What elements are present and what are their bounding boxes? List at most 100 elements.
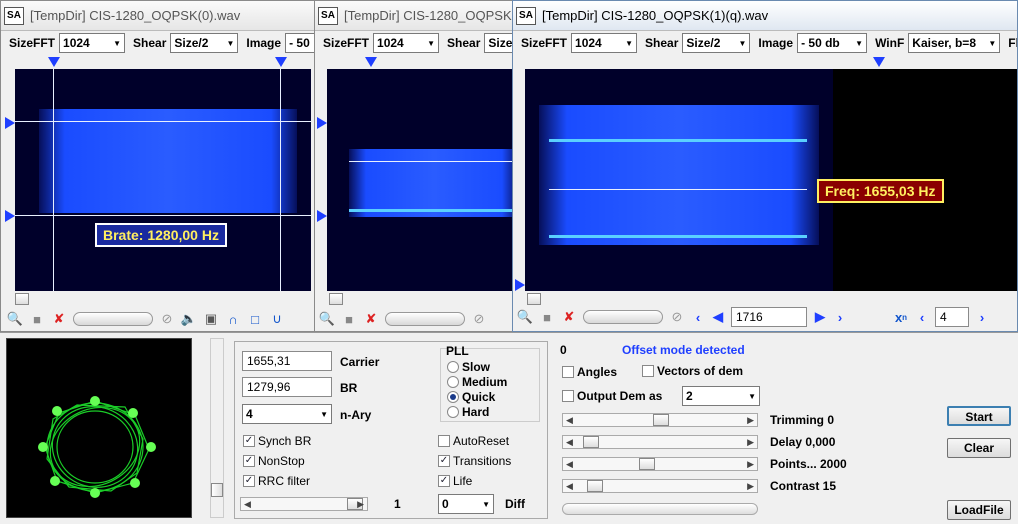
- carrier-line: [549, 189, 807, 190]
- window-1-slider[interactable]: [73, 312, 153, 326]
- pll-slow-radio[interactable]: Slow: [447, 360, 490, 374]
- zoom-icon[interactable]: 🔍: [517, 309, 533, 325]
- start-button[interactable]: Start: [947, 406, 1011, 426]
- freq-ruler[interactable]: [315, 55, 513, 69]
- output-dem-select[interactable]: 2 ▼: [682, 386, 760, 406]
- window-1-toolbar: SizeFFT 1024 ▼ Shear Size/2 ▼ Image - 50: [1, 31, 315, 55]
- vectors-checkbox[interactable]: Vectors of dem: [642, 364, 743, 378]
- position-input[interactable]: [731, 307, 807, 327]
- delete-icon[interactable]: ✘: [363, 311, 379, 327]
- autoreset-checkbox[interactable]: AutoReset: [438, 434, 509, 448]
- window-2-slider[interactable]: [385, 312, 465, 326]
- marker-icon[interactable]: [873, 57, 885, 67]
- carrier-input[interactable]: [242, 351, 332, 371]
- freq-ruler[interactable]: [1, 55, 315, 69]
- zoom-left-icon[interactable]: ‹: [915, 310, 929, 325]
- life-checkbox[interactable]: ✓ Life: [438, 474, 472, 488]
- freq-ruler[interactable]: [513, 55, 1017, 69]
- delete-icon[interactable]: ✘: [51, 311, 67, 327]
- nav-right-small-icon[interactable]: ›: [833, 310, 847, 325]
- nonstop-checkbox[interactable]: ✓ NonStop: [243, 454, 305, 468]
- marker-icon[interactable]: [515, 279, 525, 291]
- synch-br-checkbox[interactable]: ✓ Synch BR: [243, 434, 311, 448]
- nav-left-small-icon[interactable]: ‹: [691, 310, 705, 325]
- transitions-checkbox[interactable]: ✓ Transitions: [438, 454, 511, 468]
- square-icon[interactable]: ■: [539, 309, 555, 325]
- zoom-icon[interactable]: 🔍: [7, 311, 23, 327]
- loadfile-button[interactable]: LoadFile: [947, 500, 1011, 520]
- rectangle-icon[interactable]: □: [247, 311, 263, 327]
- horizontal-scrollbar[interactable]: [321, 292, 511, 306]
- sizefft-select[interactable]: 1024 ▼: [373, 33, 440, 53]
- points-slider[interactable]: ◀ ▶: [562, 457, 758, 471]
- diff-select[interactable]: 0 ▼: [438, 494, 494, 514]
- shear-select[interactable]: Size: [484, 33, 513, 53]
- shear-select[interactable]: Size/2 ▼: [682, 33, 751, 53]
- angles-checkbox[interactable]: Angles: [562, 365, 617, 379]
- scroll-thumb[interactable]: [329, 293, 343, 305]
- rrc-slider[interactable]: ◀ ▶: [240, 497, 368, 511]
- square-icon[interactable]: ■: [29, 311, 45, 327]
- marker-icon[interactable]: [365, 57, 377, 67]
- vertical-scrollbar[interactable]: [210, 338, 224, 518]
- no-icon[interactable]: ⊘: [669, 309, 685, 325]
- scroll-thumb[interactable]: [15, 293, 29, 305]
- image-select[interactable]: - 50 db ▼: [797, 33, 868, 53]
- pll-quick-radio[interactable]: Quick: [447, 390, 495, 404]
- curve-down-icon[interactable]: ∪: [269, 311, 285, 327]
- marker-icon[interactable]: [5, 117, 15, 129]
- clear-button[interactable]: Clear: [947, 438, 1011, 458]
- window-2-titlebar[interactable]: SA [TempDir] CIS-1280_OQPSK(0)(q).wav: [315, 1, 513, 31]
- slider-thumb[interactable]: [587, 480, 603, 492]
- contrast-slider[interactable]: ◀ ▶: [562, 479, 758, 493]
- image-select[interactable]: - 50: [285, 33, 315, 53]
- window-1-titlebar[interactable]: SA [TempDir] CIS-1280_OQPSK(0).wav: [1, 1, 315, 31]
- sizefft-select[interactable]: 1024 ▼: [571, 33, 638, 53]
- output-dem-checkbox[interactable]: Output Dem as: [562, 389, 662, 403]
- shear-select[interactable]: Size/2 ▼: [170, 33, 239, 53]
- marker-icon[interactable]: [5, 210, 15, 222]
- pll-hard-radio[interactable]: Hard: [447, 405, 489, 419]
- slider-thumb[interactable]: [639, 458, 655, 470]
- spectrogram-3[interactable]: Freq: 1655,03 Hz: [525, 69, 1017, 291]
- chevron-down-icon: ▼: [427, 38, 436, 48]
- marker-right-icon[interactable]: [275, 57, 287, 67]
- marker-icon[interactable]: [317, 117, 327, 129]
- sizefft-select[interactable]: 1024 ▼: [59, 33, 126, 53]
- marker-left-icon[interactable]: [48, 57, 60, 67]
- signal-line: [549, 139, 807, 142]
- window-3-titlebar[interactable]: SA [TempDir] CIS-1280_OQPSK(1)(q).wav: [513, 1, 1017, 31]
- delay-slider[interactable]: ◀ ▶: [562, 435, 758, 449]
- xzoom-icon[interactable]: xn: [893, 309, 909, 325]
- nary-select[interactable]: 4 ▼: [242, 404, 332, 424]
- nav-right-icon[interactable]: ▶: [813, 309, 827, 325]
- slider-thumb[interactable]: [653, 414, 669, 426]
- arrow-right-icon: ▶: [747, 415, 754, 425]
- br-input[interactable]: [242, 377, 332, 397]
- zoom-icon[interactable]: 🔍: [319, 311, 335, 327]
- arrow-right-icon: ▶: [747, 459, 754, 469]
- target-icon[interactable]: ▣: [203, 311, 219, 327]
- horizontal-scrollbar[interactable]: [519, 292, 1015, 306]
- trimming-slider[interactable]: ◀ ▶: [562, 413, 758, 427]
- zoom-right-icon[interactable]: ›: [975, 310, 989, 325]
- square-icon[interactable]: ■: [341, 311, 357, 327]
- winf-select[interactable]: Kaiser, b=8 ▼: [908, 33, 1001, 53]
- zoom-input[interactable]: [935, 307, 969, 327]
- slider-thumb[interactable]: [583, 436, 599, 448]
- spectrogram-2[interactable]: [327, 69, 513, 291]
- delete-icon[interactable]: ✘: [561, 309, 577, 325]
- marker-icon[interactable]: [317, 210, 327, 222]
- window-3-slider[interactable]: [583, 310, 663, 324]
- pll-medium-radio[interactable]: Medium: [447, 375, 507, 389]
- scroll-thumb[interactable]: [527, 293, 541, 305]
- nav-left-icon[interactable]: ◀: [711, 309, 725, 325]
- no-icon[interactable]: ⊘: [159, 311, 175, 327]
- no-icon[interactable]: ⊘: [471, 311, 487, 327]
- speaker-icon[interactable]: 🔈: [181, 311, 197, 327]
- rrc-filter-checkbox[interactable]: ✓ RRC filter: [243, 474, 310, 488]
- spectrogram-1[interactable]: Brate: 1280,00 Hz: [15, 69, 311, 291]
- horizontal-scrollbar[interactable]: [7, 292, 311, 306]
- scroll-thumb[interactable]: [211, 483, 223, 497]
- curve-up-icon[interactable]: ∩: [225, 311, 241, 327]
